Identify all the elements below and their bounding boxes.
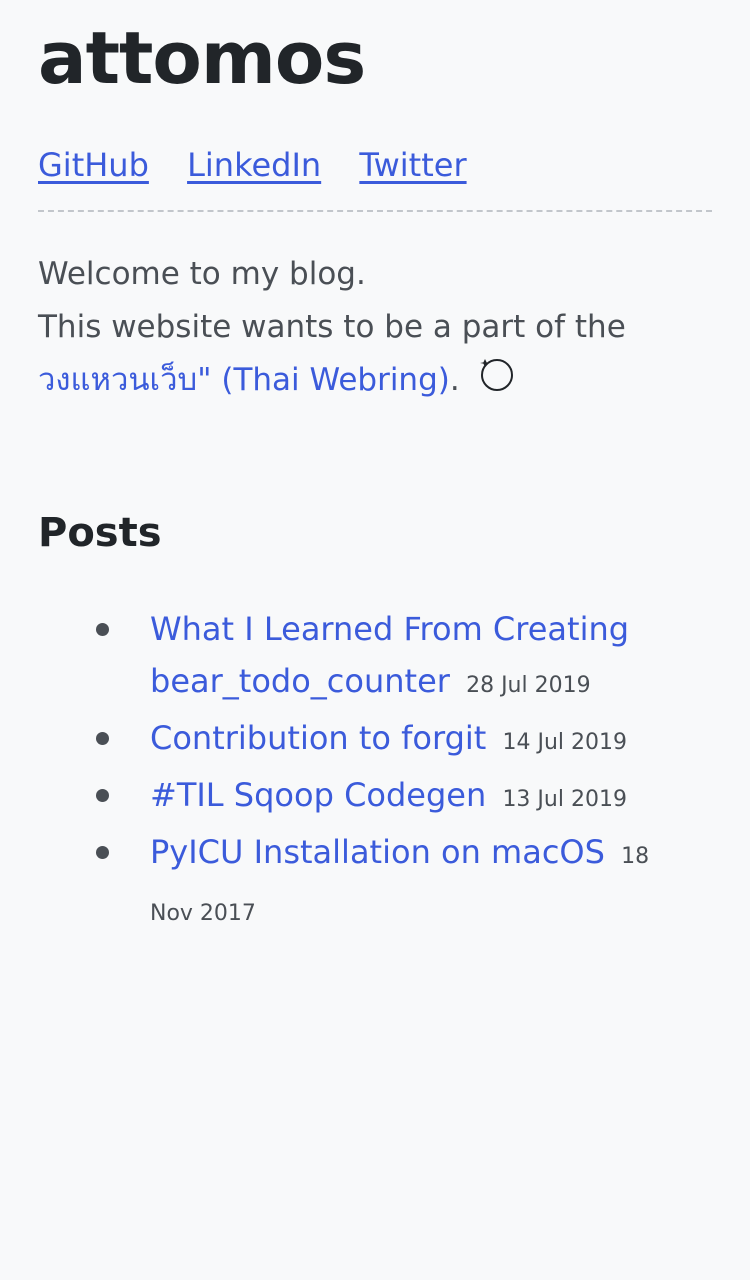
post-list: What I Learned From Creating bear_todo_c… [38, 603, 712, 940]
intro: Welcome to my blog. This website wants t… [38, 248, 712, 407]
section-divider [38, 210, 712, 212]
post-link[interactable]: Contribution to forgit [150, 719, 486, 757]
post-date: 14 Jul 2019 [502, 730, 628, 755]
list-item: Contribution to forgit 14 Jul 2019 [38, 712, 670, 769]
posts-heading: Posts [38, 510, 162, 556]
post-link[interactable]: PyICU Installation on macOS [150, 833, 605, 871]
ring-icon[interactable] [478, 356, 514, 392]
welcome-text: Welcome to my blog. [38, 256, 366, 292]
bullet-icon [96, 732, 109, 745]
webring-prefix: This website wants to be a part of the [38, 309, 626, 345]
site-title: attomos [38, 16, 366, 100]
page: attomos GitHub LinkedIn Twitter Welcome … [0, 0, 750, 1280]
bullet-icon [96, 789, 109, 802]
social-links: GitHub LinkedIn Twitter [38, 140, 712, 190]
post-date: 28 Jul 2019 [466, 673, 591, 698]
twitter-link[interactable]: Twitter [359, 146, 466, 184]
bullet-icon [96, 623, 109, 636]
webring-link[interactable]: วงแหวนเว็บ" (Thai Webring) [38, 362, 450, 398]
webring-suffix: . [449, 362, 460, 398]
post-link[interactable]: #TIL Sqoop Codegen [150, 776, 486, 814]
bullet-icon [96, 846, 109, 859]
list-item: What I Learned From Creating bear_todo_c… [38, 603, 670, 712]
linkedin-link[interactable]: LinkedIn [187, 146, 321, 184]
github-link[interactable]: GitHub [38, 146, 149, 184]
list-item: PyICU Installation on macOS 18 Nov 2017 [38, 826, 670, 940]
post-date: 13 Jul 2019 [502, 787, 627, 812]
webring-line: วงแหวนเว็บ" (Thai Webring). [38, 354, 712, 407]
list-item: #TIL Sqoop Codegen 13 Jul 2019 [38, 769, 670, 826]
